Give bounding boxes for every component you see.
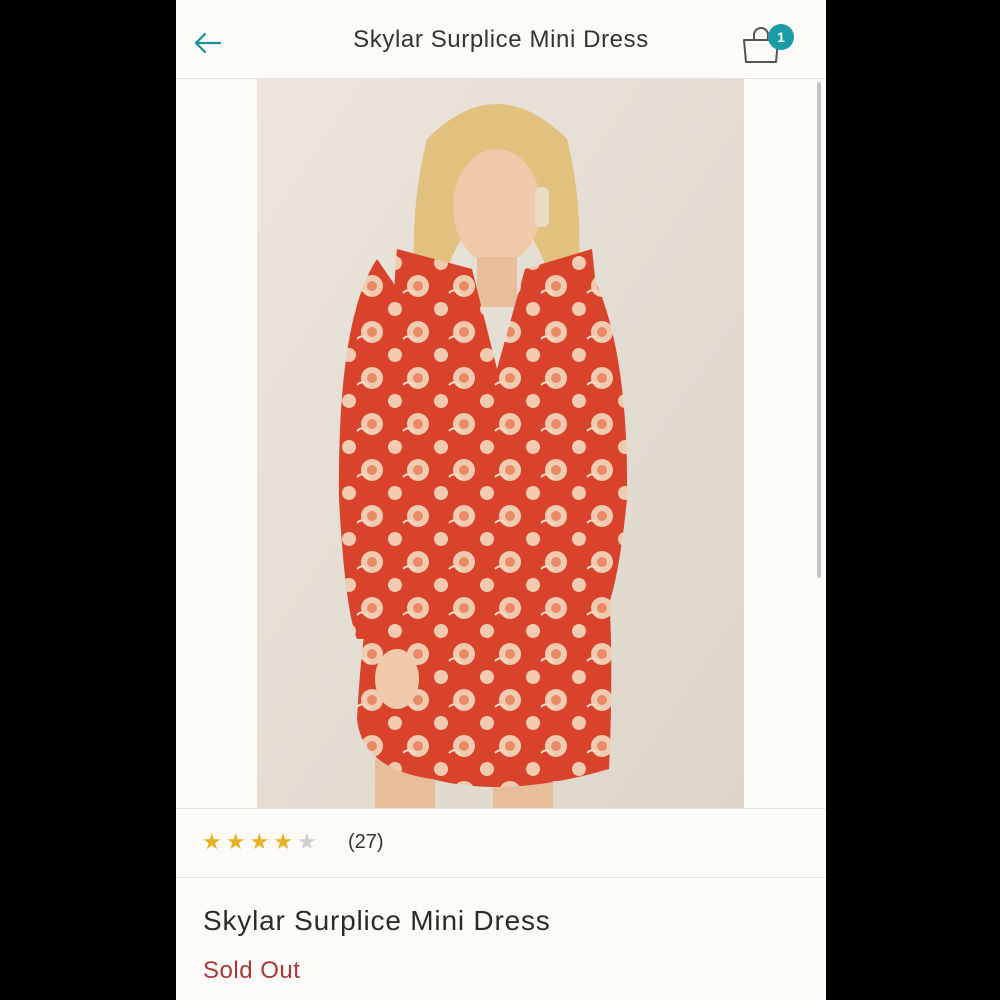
page-title: Skylar Surplice Mini Dress: [353, 26, 649, 53]
back-arrow-icon: [194, 32, 222, 54]
scrollbar[interactable]: [817, 82, 821, 578]
star-icon-filled: ★: [249, 829, 270, 854]
star-icon-filled: ★: [202, 829, 222, 854]
product-name: Skylar Surplice Mini Dress: [203, 905, 551, 936]
star-icon-filled: ★: [273, 829, 293, 854]
star-icon-filled: ★: [225, 829, 246, 854]
back-button[interactable]: [190, 26, 224, 60]
star-icon-empty: ★: [296, 829, 317, 854]
cart-count-badge: 1: [768, 24, 794, 50]
app-screen: Skylar Surplice Mini Dress 1 ★ ★ ★ ★ ★ (…: [176, 0, 826, 1000]
product-image[interactable]: [257, 79, 744, 808]
top-bar: Skylar Surplice Mini Dress 1: [176, 0, 826, 79]
star-rating: ★ ★ ★ ★ ★: [202, 831, 317, 853]
rating-row[interactable]: ★ ★ ★ ★ ★ (27): [176, 808, 826, 878]
availability-status: Sold Out: [203, 957, 301, 984]
product-photo: [257, 79, 744, 808]
review-count[interactable]: (27): [348, 831, 384, 854]
product-gallery[interactable]: [176, 79, 826, 808]
